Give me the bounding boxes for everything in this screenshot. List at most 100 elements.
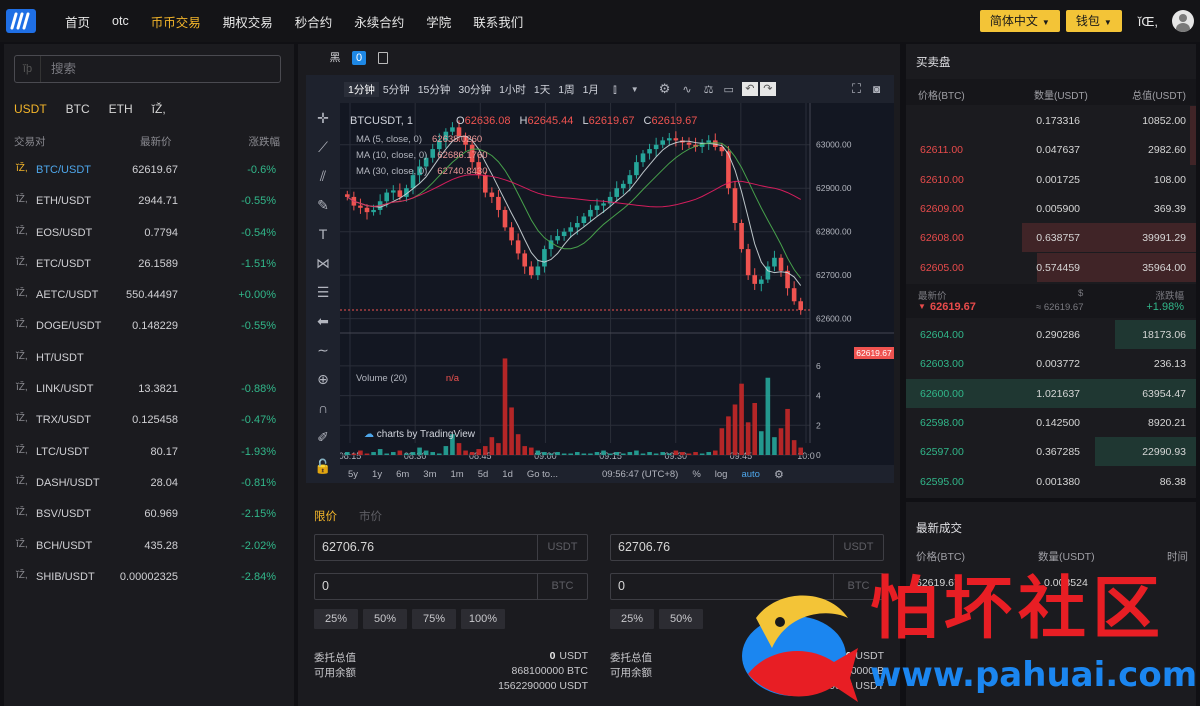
- favorite-star-icon[interactable]: ĭŽ,: [16, 351, 28, 362]
- fib-icon[interactable]: ☰: [314, 283, 332, 301]
- fullscreen-icon[interactable]: ⛶: [852, 81, 861, 97]
- arrow-left-icon[interactable]: ⬅: [314, 312, 332, 330]
- favorite-star-icon[interactable]: ĭŽ,: [16, 382, 28, 393]
- favorite-star-icon[interactable]: ĭŽ,: [16, 445, 28, 456]
- range-button-2[interactable]: 6m: [396, 469, 409, 480]
- range-button-0[interactable]: 5y: [348, 469, 358, 480]
- nav-item-7[interactable]: 联系我们: [462, 12, 534, 31]
- buy-percent-button-3[interactable]: 100%: [461, 609, 505, 629]
- market-row[interactable]: ĭŽ, BSV/USDT 60.969 -2.15%: [14, 498, 284, 529]
- market-row[interactable]: ĭŽ, DOGE/USDT 0.148229 -0.55%: [14, 310, 284, 341]
- market-row[interactable]: ĭŽ, EOS/USDT 0.7794 -0.54%: [14, 217, 284, 248]
- quote-tab-3[interactable]: ĭŽ,: [152, 102, 166, 116]
- market-row[interactable]: ĭŽ, LTC/USDT 80.17 -1.93%: [14, 436, 284, 467]
- buy-price-input[interactable]: 62706.76 USDT: [314, 534, 588, 561]
- camera-icon[interactable]: ◙: [873, 82, 880, 96]
- timeframe-7[interactable]: 1月: [579, 82, 603, 97]
- timeframe-2[interactable]: 15分钟: [414, 82, 455, 97]
- market-row[interactable]: ĭŽ, AETC/USDT 550.44497 +0.00%: [14, 279, 284, 310]
- buy-amount-value[interactable]: 0: [315, 574, 537, 599]
- document-icon[interactable]: [378, 52, 388, 64]
- quote-tab-0[interactable]: USDT: [14, 102, 47, 116]
- buy-price-value[interactable]: 62706.76: [315, 535, 537, 560]
- buy-percent-button-0[interactable]: 25%: [314, 609, 358, 629]
- nav-item-3[interactable]: 期权交易: [212, 12, 284, 31]
- nav-item-0[interactable]: 首页: [54, 12, 101, 31]
- trendline-icon[interactable]: ⟋: [314, 138, 332, 156]
- favorite-star-icon[interactable]: ĭŽ,: [16, 570, 28, 581]
- favorite-star-icon[interactable]: ĭŽ,: [16, 226, 28, 237]
- favorite-star-icon[interactable]: ĭŽ,: [16, 163, 28, 174]
- timeframe-4[interactable]: 1小时: [495, 82, 530, 97]
- favorite-star-icon[interactable]: ĭŽ,: [16, 288, 28, 299]
- tradingview-credit[interactable]: ☁ charts by TradingView: [364, 429, 475, 440]
- redo-icon[interactable]: ↷: [759, 82, 776, 96]
- ask-row[interactable]: 62611.00 0.047637 2982.60: [906, 135, 1196, 165]
- nav-item-1[interactable]: otc: [101, 14, 140, 28]
- lock-icon[interactable]: 🔓: [314, 457, 332, 475]
- buy-percent-button-1[interactable]: 50%: [363, 609, 407, 629]
- wallet-button[interactable]: 钱包 ▼: [1065, 10, 1122, 32]
- timeframe-3[interactable]: 30分钟: [454, 82, 495, 97]
- pattern-icon[interactable]: ⋈: [314, 254, 332, 272]
- tab-market[interactable]: 市价: [359, 508, 382, 524]
- nav-item-6[interactable]: 学院: [415, 12, 462, 31]
- bid-row[interactable]: 62595.00 0.001380 86.38: [906, 467, 1196, 496]
- range-button-5[interactable]: 5d: [478, 469, 489, 480]
- ask-row[interactable]: 62605.00 0.574459 35964.00: [906, 252, 1196, 282]
- bid-row[interactable]: 62597.00 0.367285 22990.93: [906, 437, 1196, 467]
- favorite-star-icon[interactable]: ĭŽ,: [16, 194, 28, 205]
- favorite-star-icon[interactable]: ĭŽ,: [16, 413, 28, 424]
- text-tool-icon[interactable]: T: [314, 225, 332, 243]
- ask-row[interactable]: 62609.00 0.005900 369.39: [906, 194, 1196, 223]
- tab-limit[interactable]: 限价: [314, 508, 337, 524]
- buy-amount-input[interactable]: 0 BTC: [314, 573, 588, 600]
- timeframe-1[interactable]: 5分钟: [379, 82, 414, 97]
- timeframe-5[interactable]: 1天: [530, 82, 554, 97]
- compare-icon[interactable]: ⚖: [704, 83, 714, 96]
- bid-row[interactable]: 62600.00 1.021637 63954.47: [906, 378, 1196, 408]
- bid-row[interactable]: 62598.00 0.142500 8920.21: [906, 408, 1196, 437]
- nav-item-4[interactable]: 秒合约: [284, 12, 344, 31]
- brush-icon[interactable]: ✎: [314, 196, 332, 214]
- nav-item-2[interactable]: 币币交易: [140, 12, 212, 31]
- bid-row[interactable]: 62603.00 0.003772 236.13: [906, 349, 1196, 378]
- tradingview-chart[interactable]: 1分钟 5分钟 15分钟 30分钟 1小时 1天 1周 1月 ⫾ ▼ ⚙ ∿ ⚖ ▭ ↶ ↷ …: [306, 75, 894, 483]
- favorite-star-icon[interactable]: ĭŽ,: [16, 539, 28, 550]
- range-button-6[interactable]: 1d: [502, 469, 513, 480]
- market-row[interactable]: ĭŽ, SHIB/USDT 0.00002325 -2.84%: [14, 561, 284, 592]
- user-label[interactable]: ĭŒ,: [1138, 14, 1158, 29]
- scale-auto[interactable]: auto: [741, 469, 760, 480]
- favorite-star-icon[interactable]: ĭŽ,: [16, 319, 28, 330]
- range-button-1[interactable]: 1y: [372, 469, 382, 480]
- brand-logo-icon[interactable]: [6, 8, 38, 34]
- sell-amount-value[interactable]: 0: [611, 574, 833, 599]
- chevron-down-icon[interactable]: ▼: [631, 85, 639, 94]
- tab-depth[interactable]: 0: [352, 51, 366, 65]
- market-row[interactable]: ĭŽ, HT/USDT: [14, 342, 284, 373]
- crosshair-icon[interactable]: ✛: [314, 109, 332, 127]
- wave-icon[interactable]: ∼: [314, 341, 332, 359]
- market-row[interactable]: ĭŽ, BCH/USDT 435.28 -2.02%: [14, 530, 284, 561]
- ask-row[interactable]: 62608.00 0.638757 39991.29: [906, 223, 1196, 253]
- favorite-star-icon[interactable]: ĭŽ,: [16, 507, 28, 518]
- magnet-icon[interactable]: ∩: [314, 399, 332, 417]
- range-button-7[interactable]: Go to...: [527, 469, 558, 480]
- buy-percent-button-2[interactable]: 75%: [412, 609, 456, 629]
- timeframe-0[interactable]: 1分钟: [344, 81, 379, 97]
- favorite-star-icon[interactable]: ĭŽ,: [16, 257, 28, 268]
- sell-amount-input[interactable]: 0 BTC: [610, 573, 884, 600]
- favorite-star-icon[interactable]: ĭŽ,: [16, 476, 28, 487]
- sell-price-value[interactable]: 62706.76: [611, 535, 833, 560]
- market-row[interactable]: ĭŽ, TRX/USDT 0.125458 -0.47%: [14, 404, 284, 435]
- undo-icon[interactable]: ↶: [741, 82, 758, 96]
- chart-settings-icon[interactable]: ⚙: [774, 468, 784, 481]
- market-row[interactable]: ĭŽ, ETC/USDT 26.1589 -1.51%: [14, 248, 284, 279]
- market-row[interactable]: ĭŽ, DASH/USDT 28.04 -0.81%: [14, 467, 284, 498]
- scale-percent[interactable]: %: [692, 469, 700, 480]
- quote-tab-1[interactable]: BTC: [66, 102, 90, 116]
- sell-price-input[interactable]: 62706.76 USDT: [610, 534, 884, 561]
- quote-tab-2[interactable]: ETH: [109, 102, 133, 116]
- candle-style-icon[interactable]: ⫾: [613, 82, 617, 97]
- pitchfork-icon[interactable]: ⫽: [314, 167, 332, 185]
